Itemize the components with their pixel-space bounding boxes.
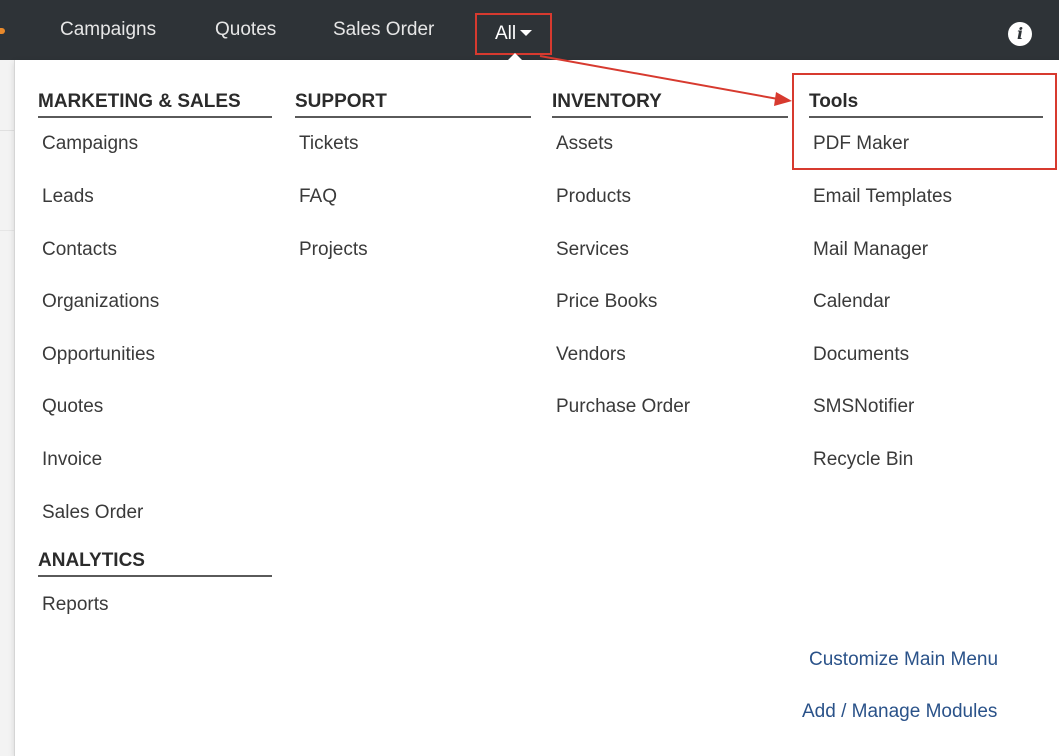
menu-item-contacts[interactable]: Contacts [42, 237, 117, 263]
add-manage-modules-link[interactable]: Add / Manage Modules [802, 699, 997, 725]
header-marketing-sales: MARKETING & SALES [38, 88, 272, 118]
menu-item-faq[interactable]: FAQ [299, 184, 337, 210]
menu-item-sales-order[interactable]: Sales Order [42, 500, 143, 526]
page-divider [0, 230, 14, 231]
menu-item-recycle-bin[interactable]: Recycle Bin [813, 447, 913, 473]
menu-item-pdf-maker[interactable]: PDF Maker [813, 131, 909, 157]
menu-item-organizations[interactable]: Organizations [42, 289, 159, 315]
menu-item-invoice[interactable]: Invoice [42, 447, 102, 473]
menu-item-documents[interactable]: Documents [813, 342, 909, 368]
caret-down-icon [520, 29, 533, 36]
dropdown-pointer [507, 53, 523, 61]
menu-item-products[interactable]: Products [556, 184, 631, 210]
customize-main-menu-link[interactable]: Customize Main Menu [809, 647, 998, 673]
all-modules-dropdown: MARKETING & SALES Campaigns Leads Contac… [14, 60, 1059, 756]
menu-item-leads[interactable]: Leads [42, 184, 94, 210]
header-tools: Tools [809, 88, 1043, 118]
menu-item-services[interactable]: Services [556, 237, 629, 263]
header-support: SUPPORT [295, 88, 531, 118]
menu-item-mail-manager[interactable]: Mail Manager [813, 237, 928, 263]
menu-item-campaigns[interactable]: Campaigns [42, 131, 138, 157]
menu-item-smsnotifier[interactable]: SMSNotifier [813, 394, 914, 420]
header-inventory: INVENTORY [552, 88, 788, 118]
menu-item-calendar[interactable]: Calendar [813, 289, 890, 315]
menu-item-reports[interactable]: Reports [42, 592, 109, 618]
nav-quotes[interactable]: Quotes [215, 0, 276, 60]
info-icon[interactable]: i [1008, 22, 1032, 46]
menu-item-assets[interactable]: Assets [556, 131, 613, 157]
menu-item-purchase-order[interactable]: Purchase Order [556, 394, 690, 420]
nav-all-menu-button[interactable]: All [475, 13, 552, 55]
page-background [0, 60, 14, 756]
menu-item-projects[interactable]: Projects [299, 237, 368, 263]
top-navbar: Campaigns Quotes Sales Order All i [0, 0, 1059, 60]
page-divider [0, 130, 14, 131]
menu-item-price-books[interactable]: Price Books [556, 289, 657, 315]
nav-sales-order[interactable]: Sales Order [333, 0, 434, 60]
menu-item-email-templates[interactable]: Email Templates [813, 184, 952, 210]
nav-edge-marker [0, 28, 5, 34]
nav-campaigns[interactable]: Campaigns [60, 0, 156, 60]
menu-item-vendors[interactable]: Vendors [556, 342, 626, 368]
menu-item-opportunities[interactable]: Opportunities [42, 342, 155, 368]
nav-all-label: All [494, 23, 517, 44]
menu-item-quotes[interactable]: Quotes [42, 394, 103, 420]
header-analytics: ANALYTICS [38, 547, 272, 577]
menu-item-tickets[interactable]: Tickets [299, 131, 358, 157]
